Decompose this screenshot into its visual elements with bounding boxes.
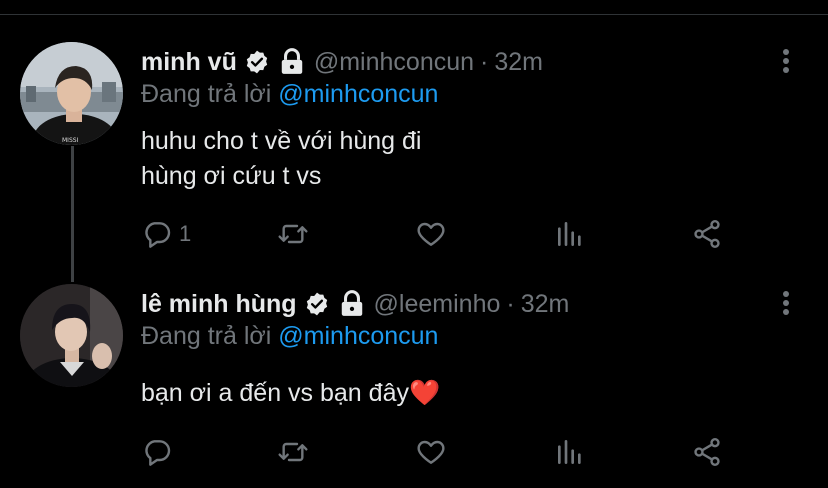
action-bar: 1: [141, 214, 741, 254]
username[interactable]: @leeminho: [374, 290, 501, 319]
bar-chart-icon: [558, 440, 581, 464]
lock-icon: [341, 290, 362, 316]
separator-dot: ·: [506, 289, 515, 318]
avatar[interactable]: [20, 284, 123, 387]
views-button[interactable]: [554, 214, 586, 254]
share-button[interactable]: [691, 214, 723, 254]
tweet-header: lê minh hùng @leeminho · 32m: [141, 286, 569, 322]
like-button[interactable]: [415, 214, 447, 254]
replying-to: Đang trả lời @minhconcun: [141, 80, 438, 109]
timestamp[interactable]: 32m: [494, 48, 543, 77]
share-icon: [694, 438, 720, 466]
thread-connector-line: [71, 146, 74, 282]
tweet-text-line: hùng ơi cứu t vs: [141, 162, 322, 190]
tweet-text: huhu cho t về với hùng đi hùng ơi cứu t …: [141, 124, 421, 194]
display-name[interactable]: minh vũ: [141, 48, 237, 77]
retweet-icon: [278, 224, 308, 244]
avatar[interactable]: MISSI: [20, 42, 123, 145]
heart-icon: [417, 222, 445, 246]
verified-badge-icon: [246, 50, 268, 74]
bar-chart-icon: [558, 222, 581, 246]
lock-icon: [281, 48, 303, 74]
retweet-button[interactable]: [277, 214, 309, 254]
verified-badge-icon: [306, 292, 327, 316]
replying-to: Đang trả lời @minhconcun: [141, 322, 438, 351]
replying-prefix: Đang trả lời: [141, 80, 279, 108]
tweet-text: bạn ơi a đến vs bạn đây❤️: [141, 376, 440, 411]
retweet-icon: [278, 442, 308, 462]
heart-icon: [417, 440, 445, 464]
tweet-text-line: bạn ơi a đến vs bạn đây❤️: [141, 379, 441, 407]
views-button[interactable]: [554, 432, 586, 472]
speech-bubble-icon: [145, 222, 171, 248]
share-button[interactable]: [691, 432, 723, 472]
speech-bubble-icon: [145, 440, 171, 466]
svg-text:MISSI: MISSI: [62, 137, 79, 144]
tweet-header: minh vũ @minhconcun · 32m: [141, 44, 543, 80]
action-bar: [141, 432, 741, 472]
timestamp[interactable]: 32m: [521, 290, 570, 319]
top-divider: [0, 14, 828, 15]
retweet-button[interactable]: [277, 432, 309, 472]
tweet-text-line: huhu cho t về với hùng đi: [141, 127, 422, 155]
share-icon: [694, 220, 720, 248]
replying-prefix: Đang trả lời: [141, 322, 279, 350]
more-dots-icon[interactable]: [776, 288, 796, 318]
reply-button[interactable]: 1: [141, 214, 191, 254]
mention-link[interactable]: @minhconcun: [278, 322, 438, 350]
mention-link[interactable]: @minhconcun: [278, 80, 438, 108]
reply-count: 1: [179, 221, 192, 246]
more-dots-icon[interactable]: [776, 46, 796, 76]
separator-dot: ·: [480, 47, 489, 76]
like-button[interactable]: [415, 432, 447, 472]
display-name[interactable]: lê minh hùng: [141, 290, 297, 319]
username[interactable]: @minhconcun: [314, 48, 474, 77]
reply-button[interactable]: [141, 432, 179, 472]
